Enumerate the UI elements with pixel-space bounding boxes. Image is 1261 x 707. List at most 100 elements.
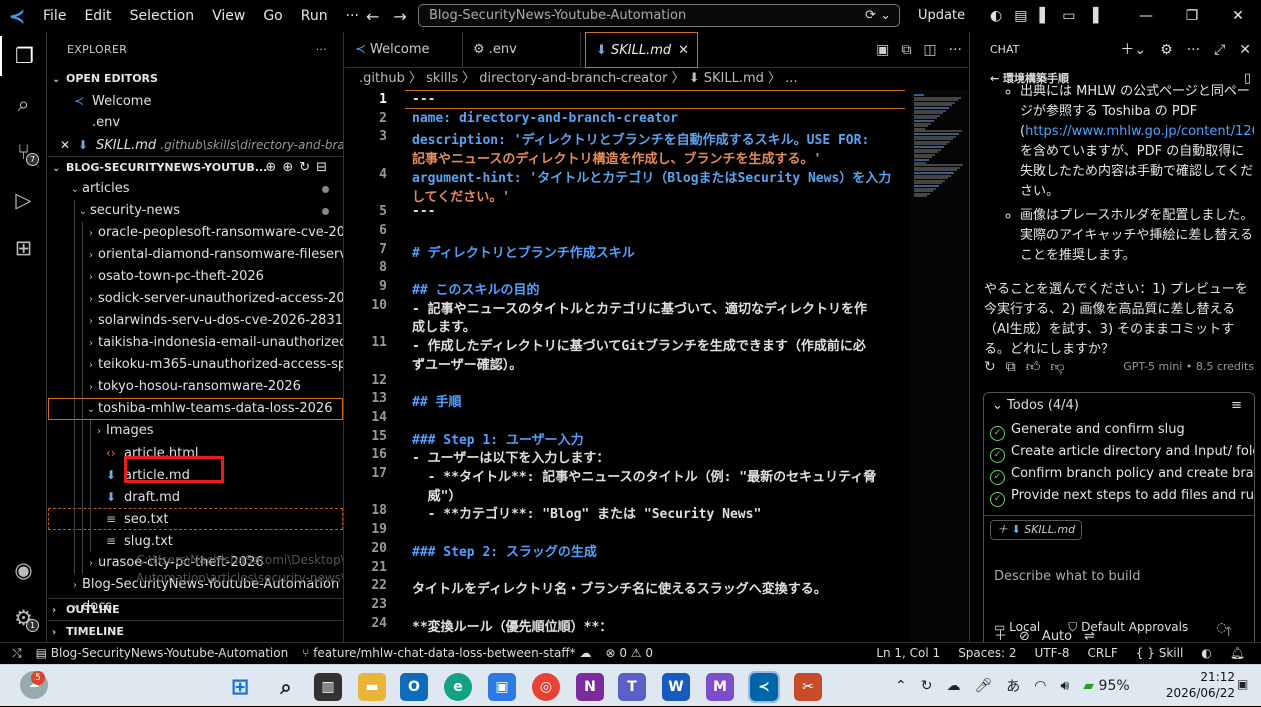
word-icon[interactable]: W — [662, 673, 690, 701]
line-ending[interactable]: CRLF — [1087, 643, 1117, 664]
code-line[interactable]: タイトルをディレクトリ名・ブランチ名に使えるスラッグへ変換する。 — [412, 578, 827, 597]
thumbs-down-icon[interactable]: 👎︎ — [1050, 358, 1064, 375]
store-icon[interactable]: ▣ — [488, 673, 516, 701]
code-line[interactable]: ## 手順 — [412, 391, 461, 410]
menu-run[interactable]: Run — [292, 0, 337, 32]
file-explorer-icon[interactable]: ▬ — [358, 673, 386, 701]
open-editor-env[interactable]: .env — [48, 112, 343, 134]
tree-item[interactable]: ⌄ articles — [48, 178, 343, 200]
close-icon[interactable]: ✕ — [1239, 32, 1251, 68]
snipping-tool-icon[interactable]: ✂ — [794, 673, 822, 701]
encoding[interactable]: UTF-8 — [1035, 643, 1070, 664]
chat-link[interactable]: https://www.mhlw.go.jp/content/12601500/… — [1025, 124, 1254, 139]
code-line[interactable]: --- — [412, 92, 435, 107]
task-view-icon[interactable]: ▥ — [314, 673, 342, 701]
chat-more-icon[interactable]: ··· — [1187, 32, 1200, 68]
sync-icon[interactable]: ☁ — [579, 646, 591, 660]
todo-item[interactable]: ✓ Create article directory and Input/ fol… — [984, 441, 1254, 463]
open-editors-section[interactable]: ⌄ OPEN EDITORS — [48, 68, 343, 90]
account-icon[interactable]: ◉ — [0, 550, 47, 590]
notification-center-icon[interactable]: ▣ — [1237, 677, 1251, 693]
tree-item[interactable]: › sodick-server-unauthorized-access-2026 — [48, 288, 343, 310]
search-icon[interactable]: ⌕ — [0, 84, 47, 124]
menu-edit[interactable]: Edit — [75, 0, 120, 32]
chat-settings-icon[interactable]: ⚙ — [1160, 32, 1173, 68]
copilot-chat-icon[interactable]: ⟳ ⌄ — [865, 5, 891, 26]
chat-input[interactable]: Describe what to build — [994, 569, 1141, 584]
menu-more-icon[interactable]: ··· — [337, 0, 368, 32]
preview-icon[interactable]: ▣ — [876, 42, 889, 58]
tab-welcome[interactable]: ≺ Welcome — [345, 32, 463, 68]
copilot-status-icon[interactable]: ◐ — [1201, 643, 1211, 664]
status-repo[interactable]: ▤ Blog-SecurityNews-Youtube-Automation — [36, 643, 289, 664]
edge-icon[interactable]: e — [444, 673, 472, 701]
tree-item[interactable]: › oriental-diamond-ransomware-fileserver-… — [48, 244, 343, 266]
tree-item[interactable]: › Images — [48, 420, 343, 442]
language-mode[interactable]: { } Skill — [1136, 643, 1183, 664]
new-chat-icon[interactable]: ＋⌄ — [1120, 32, 1146, 68]
run-debug-icon[interactable]: ▷ — [0, 180, 47, 220]
sync-tray-icon[interactable]: ↻ — [921, 678, 933, 694]
tree-item[interactable]: ⌄ toshiba-mhlw-teams-data-loss-2026 — [48, 398, 343, 420]
code-line[interactable]: 威"） — [412, 485, 462, 504]
cursor-position[interactable]: Ln 1, Col 1 — [876, 643, 940, 664]
add-context-icon[interactable]: ＋ — [997, 523, 1012, 536]
onenote-icon[interactable]: N — [576, 673, 604, 701]
windows-start-icon[interactable]: ⊞ — [226, 673, 254, 701]
remote-icon[interactable]: ⤭ — [12, 643, 22, 664]
maximize-icon[interactable]: ⤢ — [1214, 32, 1225, 68]
chrome-icon[interactable]: ◎ — [532, 673, 560, 701]
code-line[interactable]: 記事やニュースのディレクトリ構造を作成し、ブランチを生成する。' — [412, 148, 821, 167]
tree-item[interactable]: ⌄ security-news — [48, 200, 343, 222]
code-line[interactable]: - 作成したディレクトリに基づいてGitブランチを生成できます（作成前に必 — [412, 335, 866, 354]
toggle-secondary-sidebar-icon[interactable]: ▐ — [1087, 8, 1098, 24]
menu-view[interactable]: View — [203, 0, 254, 32]
microphone-icon[interactable]: 🎤︎ — [974, 678, 992, 694]
tree-item[interactable]: ≡ seo.txt — [48, 508, 343, 530]
copy-icon[interactable]: ⧉ — [1006, 359, 1016, 375]
source-control-icon[interactable]: ⑂ 7 — [0, 132, 47, 172]
toggle-sidebar-icon[interactable]: ▌ — [1039, 8, 1050, 24]
tab-env[interactable]: ⚙ .env — [463, 32, 581, 68]
code-line[interactable]: description: 'ディレクトリとブランチを自動作成するスキル。USE … — [412, 129, 869, 148]
retry-icon[interactable]: ↻ — [984, 359, 996, 375]
code-line[interactable]: ### Step 2: スラッグの生成 — [412, 541, 597, 560]
update-button[interactable]: Update — [918, 0, 965, 32]
battery-indicator[interactable]: ▰ 95% — [1083, 678, 1129, 694]
layout-customize-icon[interactable]: ▤ — [1014, 8, 1027, 24]
split-editor-icon[interactable]: ◫ — [923, 42, 936, 58]
todos-header[interactable]: ⌄ Todos (4/4) ≡ — [984, 393, 1254, 419]
outline-section[interactable]: › OUTLINE — [48, 598, 343, 620]
todo-item[interactable]: ✓ Provide next steps to add files and run… — [984, 485, 1254, 507]
breadcrumb[interactable]: .github 〉 skills 〉 directory-and-branch-… — [345, 68, 968, 90]
indentation[interactable]: Spaces: 2 — [958, 643, 1016, 664]
m365-icon[interactable]: M — [706, 673, 734, 701]
code-editor[interactable]: 1 --- 2 name: directory-and-branch-creator 3… — [345, 90, 905, 642]
minimize-icon[interactable]: — — [1123, 0, 1169, 32]
more-actions-icon[interactable]: ··· — [949, 42, 962, 58]
close-icon[interactable]: ✕ — [60, 134, 78, 156]
ime-indicator[interactable]: あ — [1006, 676, 1020, 696]
extensions-icon[interactable]: ⊞ — [0, 228, 47, 268]
code-line[interactable]: - **タイトル**: 記事やニュースのタイトル（例: "最新のセキュリティ脅 — [412, 466, 877, 485]
taskbar-search-icon[interactable]: ⌕ — [272, 673, 300, 701]
code-line[interactable]: ずユーザー確認）。 — [412, 354, 522, 373]
tree-item[interactable]: › solarwinds-serv-u-dos-cve-2026-28318 — [48, 310, 343, 332]
code-line[interactable]: - 記事やニュースのタイトルとカテゴリに基づいて、適切なディレクトリを作 — [412, 298, 867, 317]
status-branch[interactable]: ⑂ feature/mhlw-chat-data-loss-between-st… — [302, 643, 591, 664]
code-line[interactable]: --- — [412, 204, 435, 219]
back-arrow-icon[interactable]: ← — [366, 7, 379, 26]
tree-item[interactable]: ⬇ draft.md — [48, 486, 343, 508]
code-line[interactable]: ## このスキルの目的 — [412, 279, 539, 298]
toggle-panel-icon[interactable]: ▭ — [1062, 8, 1075, 24]
tree-item[interactable]: › taikisha-indonesia-email-unauthorized-a… — [48, 332, 343, 354]
explorer-actions-icon[interactable]: ⊕⊕↻⊟ — [265, 157, 333, 178]
restore-icon[interactable]: ❐ — [1169, 0, 1215, 32]
project-section[interactable]: ⌄ BLOG-SECURITYNEWS-YOUTUB... ⊕⊕↻⊟ — [48, 156, 343, 178]
tree-item[interactable]: › oracle-peoplesoft-ransomware-cve-2026-.… — [48, 222, 343, 244]
code-line[interactable]: name: directory-and-branch-creator — [412, 111, 678, 126]
clock[interactable]: 21:12 2026/06/22 — [1166, 669, 1235, 701]
forward-arrow-icon[interactable]: → — [393, 7, 406, 26]
explorer-files-icon[interactable]: ❐ — [0, 36, 47, 76]
teams-icon[interactable]: T — [618, 673, 646, 701]
